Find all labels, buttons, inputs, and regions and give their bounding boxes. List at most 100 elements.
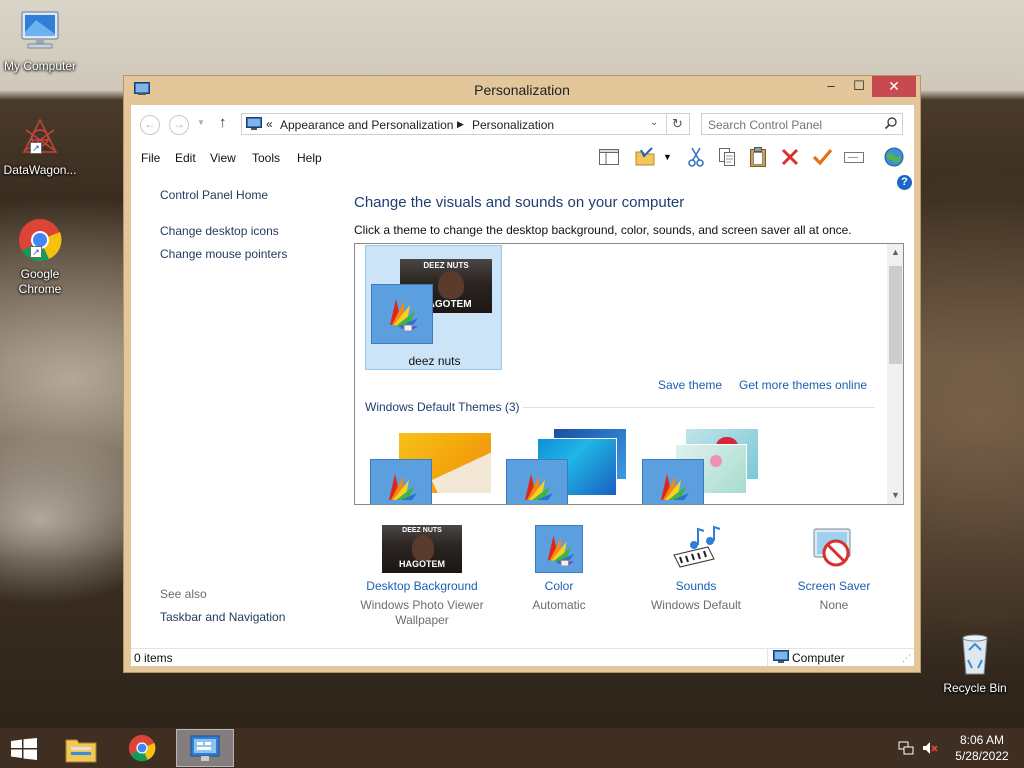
color-palette-icon <box>385 470 421 504</box>
taskbar-clock[interactable]: 8:06 AM 5/28/2022 <box>952 732 1012 764</box>
screen-saver-icon <box>810 525 858 573</box>
desktop-icon-datawagon[interactable]: ↗ DataWagon... <box>0 112 80 177</box>
computer-small-icon <box>773 650 789 667</box>
desktop-background-thumbnail: DEEZ NUTS HAGOTEM <box>382 525 462 573</box>
menu-help[interactable]: Help <box>297 151 322 165</box>
desktop-icon-label: My Computer <box>3 59 77 73</box>
breadcrumb-personalization[interactable]: Personalization <box>472 118 554 132</box>
minimize-button[interactable]: – <box>818 76 844 97</box>
color-palette-icon <box>521 470 557 504</box>
maximize-button[interactable]: ☐ <box>846 76 872 97</box>
theme-flowers[interactable] <box>637 422 774 504</box>
desktop-icon-google-chrome[interactable]: ↗ Google Chrome <box>0 216 80 297</box>
status-location: Computer ⋰ <box>767 649 914 666</box>
computer-icon <box>16 8 64 56</box>
chrome-icon: ↗ <box>16 216 64 264</box>
clock-time: 8:06 AM <box>959 733 1005 747</box>
close-button[interactable]: ✕ <box>872 76 916 97</box>
copy-icon[interactable] <box>716 146 738 168</box>
internet-globe-icon[interactable] <box>883 146 905 168</box>
search-input[interactable] <box>708 117 878 132</box>
menu-edit[interactable]: Edit <box>175 151 196 165</box>
sounds-setting[interactable]: Sounds Windows Default <box>626 525 766 613</box>
properties-check-icon[interactable] <box>811 146 833 168</box>
change-desktop-icons-link[interactable]: Change desktop icons <box>160 224 279 238</box>
breadcrumb-separator-icon[interactable]: ▶ <box>457 119 464 130</box>
refresh-icon[interactable]: ↻ <box>672 116 683 132</box>
taskbar-google-chrome[interactable] <box>114 729 172 767</box>
arrow-right-icon: → <box>173 117 185 131</box>
file-explorer-icon <box>65 735 97 766</box>
forward-button[interactable]: → <box>169 115 189 135</box>
taskbar: 8:06 AM 5/28/2022 <box>0 728 1024 768</box>
screen-saver-setting[interactable]: Screen Saver None <box>764 525 904 613</box>
theme-color-swatch <box>371 284 433 344</box>
address-bar[interactable]: « Appearance and Personalization ▶ Perso… <box>241 113 690 135</box>
breadcrumb-overflow[interactable]: « <box>266 117 273 131</box>
title-bar[interactable]: Personalization – ☐ ✕ <box>124 76 920 104</box>
folder-options-icon[interactable] <box>634 146 656 168</box>
menu-view[interactable]: View <box>210 151 236 165</box>
status-bar: 0 items Computer ⋰ <box>131 648 914 666</box>
color-palette-icon <box>544 532 578 569</box>
menu-tools[interactable]: Tools <box>252 151 280 165</box>
color-palette-icon <box>657 470 693 504</box>
desktop-icon-my-computer[interactable]: My Computer <box>0 8 80 73</box>
menu-file[interactable]: File <box>141 151 160 165</box>
windows-logo-icon <box>11 738 37 763</box>
taskbar-and-navigation-link[interactable]: Taskbar and Navigation <box>160 610 285 624</box>
rename-icon[interactable] <box>843 146 865 168</box>
address-dropdown-icon[interactable]: ⌄ <box>650 117 658 128</box>
desktop-icon-label: DataWagon... <box>3 163 77 177</box>
back-button[interactable]: ← <box>140 115 160 135</box>
themes-scrollbar[interactable]: ▲ ▼ <box>887 244 903 504</box>
paste-icon[interactable] <box>747 146 769 168</box>
thumbnail-caption-bottom: HAGOTEM <box>399 559 445 569</box>
recycle-bin-icon <box>951 630 999 678</box>
taskbar-control-panel[interactable] <box>176 729 234 767</box>
theme-color-swatch <box>370 459 432 504</box>
sounds-link[interactable]: Sounds <box>626 579 766 593</box>
color-setting[interactable]: Color Automatic <box>489 525 629 613</box>
change-mouse-pointers-link[interactable]: Change mouse pointers <box>160 247 287 261</box>
screen-saver-value: None <box>819 598 849 612</box>
navigation-bar: ← → ▼ ↑ « Appearance and Personalization <box>131 105 914 143</box>
color-swatch <box>535 525 583 573</box>
see-also-heading: See also <box>160 587 207 601</box>
theme-windows-default[interactable] <box>365 422 502 504</box>
thumbnail-caption-top: DEEZ NUTS <box>402 527 442 534</box>
delete-icon[interactable] <box>779 146 801 168</box>
theme-windows-lines[interactable] <box>501 422 638 504</box>
recent-locations-dropdown[interactable]: ▼ <box>197 118 205 127</box>
help-icon[interactable]: ? <box>897 175 912 190</box>
scroll-up-icon[interactable]: ▲ <box>887 244 903 261</box>
control-panel-home-link[interactable]: Control Panel Home <box>160 188 268 202</box>
color-link[interactable]: Color <box>489 579 629 593</box>
search-icon[interactable] <box>884 116 898 133</box>
toolbar-dropdown-icon[interactable]: ▼ <box>663 152 673 174</box>
preview-pane-icon[interactable] <box>598 146 620 168</box>
screen-saver-link[interactable]: Screen Saver <box>764 579 904 593</box>
scroll-thumb[interactable] <box>889 266 902 364</box>
theme-deez-nuts[interactable]: DEEZ NUTS HAGOTEM deez nuts <box>365 245 502 370</box>
volume-muted-icon[interactable] <box>922 740 938 756</box>
resize-grip-icon[interactable]: ⋰ <box>902 653 911 664</box>
windows-default-themes-heading: Windows Default Themes (3) <box>365 400 520 414</box>
save-theme-link[interactable]: Save theme <box>658 378 722 392</box>
start-button[interactable] <box>0 729 48 767</box>
scroll-down-icon[interactable]: ▼ <box>887 487 903 504</box>
window-title: Personalization <box>474 82 570 98</box>
desktop-icon-recycle-bin[interactable]: Recycle Bin <box>935 630 1015 695</box>
cut-icon[interactable] <box>685 146 707 168</box>
desktop-background-link[interactable]: Desktop Background <box>352 579 492 593</box>
section-divider <box>523 407 875 408</box>
sounds-value: Windows Default <box>650 598 742 612</box>
breadcrumb-appearance-and-personalization[interactable]: Appearance and Personalization <box>280 118 453 132</box>
themes-list[interactable]: DEEZ NUTS HAGOTEM deez nuts Save theme G… <box>354 243 904 505</box>
taskbar-file-explorer[interactable] <box>52 729 110 767</box>
get-more-themes-link[interactable]: Get more themes online <box>739 378 867 392</box>
up-button[interactable]: ↑ <box>219 114 227 131</box>
search-box[interactable] <box>701 113 903 135</box>
desktop-background-setting[interactable]: DEEZ NUTS HAGOTEM Desktop Background Win… <box>352 525 492 628</box>
network-icon[interactable] <box>898 740 914 756</box>
